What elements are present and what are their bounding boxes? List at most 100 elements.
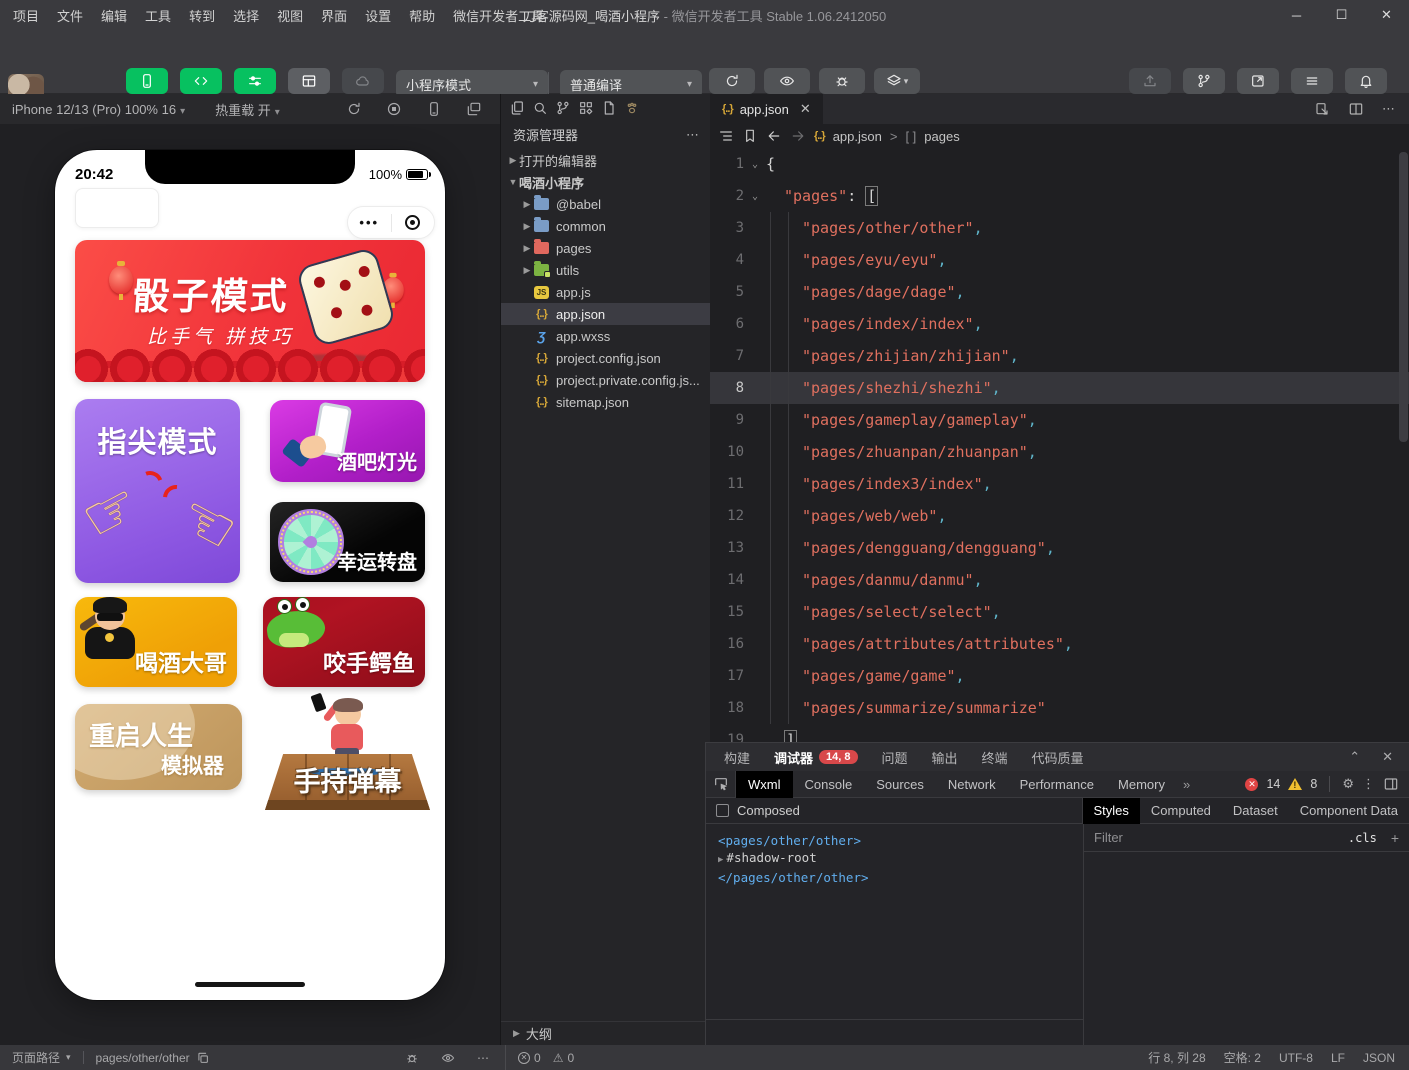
hot-reload-toggle[interactable]: 热重载 开▾ xyxy=(215,100,280,119)
vconsole-bug-icon[interactable] xyxy=(405,1051,419,1065)
more-menu-icon[interactable]: ••• xyxy=(348,215,391,230)
maximize-button[interactable]: ☐ xyxy=(1319,0,1364,30)
project-root-section[interactable]: ▼喝酒小程序 xyxy=(501,171,710,193)
sim-more-icon[interactable]: ⋯ xyxy=(477,1051,489,1065)
statusbar-seg-3[interactable]: LF xyxy=(1331,1051,1345,1065)
new-style-rule-button[interactable]: .cls xyxy=(1348,831,1377,845)
menu-item-2[interactable]: 编辑 xyxy=(92,6,136,25)
problems-indicator[interactable]: ✕0 ⚠0 xyxy=(518,1045,574,1070)
menu-item-3[interactable]: 工具 xyxy=(136,6,180,25)
devtools-tab-sources[interactable]: Sources xyxy=(864,771,936,798)
code-line-3[interactable]: 3"pages/other/other", xyxy=(710,212,1409,244)
minimize-button[interactable]: ─ xyxy=(1274,0,1319,30)
devtools-tab-network[interactable]: Network xyxy=(936,771,1008,798)
code-line-17[interactable]: 17"pages/game/game", xyxy=(710,660,1409,692)
device-frame-icon[interactable] xyxy=(426,101,442,117)
menu-item-0[interactable]: 项目 xyxy=(4,6,48,25)
tree-item-pages[interactable]: ▶pages xyxy=(501,237,710,259)
code-line-18[interactable]: 18"pages/summarize/summarize" xyxy=(710,692,1409,724)
open-preview-icon[interactable] xyxy=(1314,101,1330,117)
source-control-icon[interactable] xyxy=(554,100,571,116)
style-tab-component-data[interactable]: Component Data xyxy=(1289,798,1409,824)
debug-tab-调试器[interactable]: 调试器14, 8 xyxy=(774,748,857,767)
devtools-tab-memory[interactable]: Memory xyxy=(1106,771,1177,798)
open-editors-section[interactable]: ▶打开的编辑器 xyxy=(501,149,710,171)
code-line-19[interactable]: 19], xyxy=(710,724,1409,742)
tree-item-project.config.json[interactable]: {..}project.config.json xyxy=(501,347,710,369)
style-tab-styles[interactable]: Styles xyxy=(1083,798,1140,824)
detach-window-icon[interactable] xyxy=(466,101,482,117)
tree-item-app.wxss[interactable]: Ʒapp.wxss xyxy=(501,325,710,347)
tree-item-@babel[interactable]: ▶@babel xyxy=(501,193,710,215)
menu-item-5[interactable]: 选择 xyxy=(224,6,268,25)
composed-checkbox[interactable] xyxy=(716,804,729,817)
warning-count-icon[interactable] xyxy=(1288,778,1302,790)
tile-handheld-danmu[interactable]: 手持弹幕 xyxy=(265,698,430,828)
outline-list-icon[interactable] xyxy=(718,128,734,144)
menu-item-7[interactable]: 界面 xyxy=(312,6,356,25)
statusbar-seg-0[interactable]: 行 8, 列 28 xyxy=(1148,1049,1205,1066)
tree-item-app.json[interactable]: {..}app.json xyxy=(501,303,710,325)
explorer-files-icon[interactable] xyxy=(508,100,525,116)
restart-icon[interactable] xyxy=(346,101,362,117)
statusbar-seg-1[interactable]: 空格: 2 xyxy=(1224,1049,1261,1066)
tile-biting-crocodile[interactable]: 咬手鳄鱼 xyxy=(263,597,425,687)
add-style-icon[interactable]: + xyxy=(1391,830,1399,846)
code-line-1[interactable]: 1⌄{ xyxy=(710,148,1409,180)
debug-tab-输出[interactable]: 输出 xyxy=(932,748,958,767)
code-line-5[interactable]: 5"pages/dage/dage", xyxy=(710,276,1409,308)
element-tree[interactable]: <pages/other/other> ▶#shadow-root </page… xyxy=(706,824,1084,1046)
devtools-settings-icon[interactable]: ⚙ xyxy=(1342,776,1354,792)
devtools-tab-console[interactable]: Console xyxy=(793,771,865,798)
code-line-10[interactable]: 10"pages/zhuanpan/zhuanpan", xyxy=(710,436,1409,468)
tile-bar-light[interactable]: 酒吧灯光 xyxy=(270,400,425,482)
devtools-tab-wxml[interactable]: Wxml xyxy=(736,771,793,798)
banner-dice-mode[interactable]: 骰子模式 比手气 拼技巧 xyxy=(75,240,425,382)
tree-item-project.private.config.js...[interactable]: {..}project.private.config.js... xyxy=(501,369,710,391)
breadcrumb-node[interactable]: pages xyxy=(924,129,959,144)
code-line-15[interactable]: 15"pages/select/select", xyxy=(710,596,1409,628)
debug-tab-代码质量[interactable]: 代码质量 xyxy=(1032,748,1084,767)
statusbar-seg-2[interactable]: UTF-8 xyxy=(1279,1051,1313,1065)
code-line-14[interactable]: 14"pages/danmu/danmu", xyxy=(710,564,1409,596)
menu-item-9[interactable]: 帮助 xyxy=(400,6,444,25)
menu-item-8[interactable]: 设置 xyxy=(356,6,400,25)
code-line-11[interactable]: 11"pages/index3/index", xyxy=(710,468,1409,500)
editor-more-icon[interactable]: ⋯ xyxy=(1382,101,1395,117)
bookmark-icon[interactable] xyxy=(742,128,758,144)
debug-tab-问题[interactable]: 问题 xyxy=(882,748,908,767)
code-line-16[interactable]: 16"pages/attributes/attributes", xyxy=(710,628,1409,660)
tree-item-sitemap.json[interactable]: {..}sitemap.json xyxy=(501,391,710,413)
tab-app-json[interactable]: {..} app.json ✕ xyxy=(710,94,823,124)
tile-lucky-wheel[interactable]: 幸运转盘 xyxy=(270,502,425,582)
code-line-12[interactable]: 12"pages/web/web", xyxy=(710,500,1409,532)
devtools-overflow-icon[interactable]: » xyxy=(1177,777,1196,792)
devtools-tab-performance[interactable]: Performance xyxy=(1008,771,1106,798)
editor-scrollbar[interactable] xyxy=(1399,152,1408,442)
split-editor-icon[interactable] xyxy=(1348,101,1364,117)
close-panel-icon[interactable]: ✕ xyxy=(1382,749,1393,765)
code-line-4[interactable]: 4"pages/eyu/eyu", xyxy=(710,244,1409,276)
code-line-13[interactable]: 13"pages/dengguang/dengguang", xyxy=(710,532,1409,564)
close-miniprogram-icon[interactable] xyxy=(392,215,435,230)
menu-item-6[interactable]: 视图 xyxy=(268,6,312,25)
close-tab-icon[interactable]: ✕ xyxy=(800,101,811,117)
explorer-more-icon[interactable]: ⋯ xyxy=(686,127,700,143)
code-line-8[interactable]: 8"pages/shezhi/shezhi", xyxy=(710,372,1409,404)
dock-side-icon[interactable] xyxy=(1383,776,1399,792)
breadcrumb-file[interactable]: app.json xyxy=(833,129,882,144)
search-icon[interactable] xyxy=(531,100,548,116)
copy-path-icon[interactable] xyxy=(196,1051,210,1065)
menu-item-10[interactable]: 微信开发者工具 xyxy=(444,6,553,25)
preview-eye-icon[interactable] xyxy=(441,1051,455,1065)
code-line-9[interactable]: 9"pages/gameplay/gameplay", xyxy=(710,404,1409,436)
inspect-element-icon[interactable] xyxy=(706,771,736,798)
outline-section[interactable]: ▶大纲 xyxy=(501,1021,711,1045)
statusbar-seg-4[interactable]: JSON xyxy=(1363,1051,1395,1065)
wechat-capsule[interactable]: ••• xyxy=(347,206,435,239)
code-line-7[interactable]: 7"pages/zhijian/zhijian", xyxy=(710,340,1409,372)
tile-restart-life-simulator[interactable]: 重启人生 模拟器 xyxy=(75,704,242,790)
tile-fingertip-mode[interactable]: 指尖模式 ☞ ☞ xyxy=(75,399,240,583)
debug-tab-终端[interactable]: 终端 xyxy=(982,748,1008,767)
extensions-icon[interactable] xyxy=(577,100,594,116)
